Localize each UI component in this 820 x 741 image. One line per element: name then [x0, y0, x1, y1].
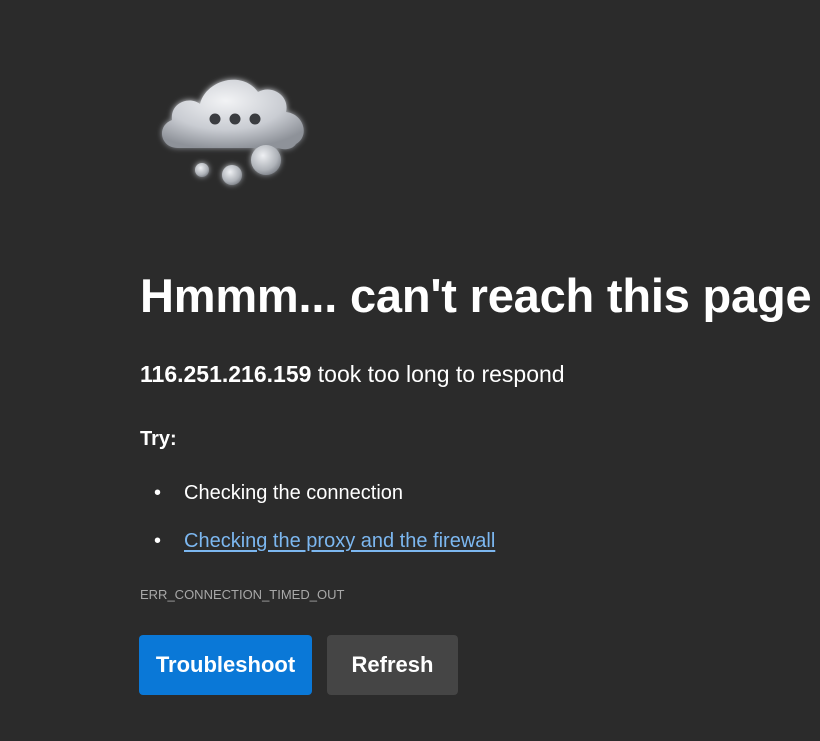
error-code: ERR_CONNECTION_TIMED_OUT [140, 587, 345, 602]
troubleshoot-button[interactable]: Troubleshoot [139, 635, 312, 695]
error-page: Hmmm... can't reach this page 116.251.21… [0, 0, 820, 741]
proxy-firewall-link[interactable]: Checking the proxy and the firewall [184, 530, 495, 552]
bullet-icon: • [154, 530, 162, 552]
suggestion-text: Checking the connection [184, 482, 404, 504]
error-message: 116.251.216.159 took too long to respond [140, 361, 565, 389]
suggestion-list: • Checking the connection • Checking the… [140, 478, 495, 574]
suggestion-item: • Checking the proxy and the firewall [140, 526, 495, 574]
page-title: Hmmm... can't reach this page [140, 269, 812, 322]
host-address: 116.251.216.159 [140, 361, 312, 387]
message-suffix: took too long to respond [311, 361, 565, 387]
cloud-thinking-icon [161, 79, 304, 185]
suggestion-item: • Checking the connection [140, 478, 495, 526]
refresh-button[interactable]: Refresh [327, 635, 458, 695]
bullet-icon: • [154, 482, 162, 504]
try-label: Try: [140, 428, 177, 450]
